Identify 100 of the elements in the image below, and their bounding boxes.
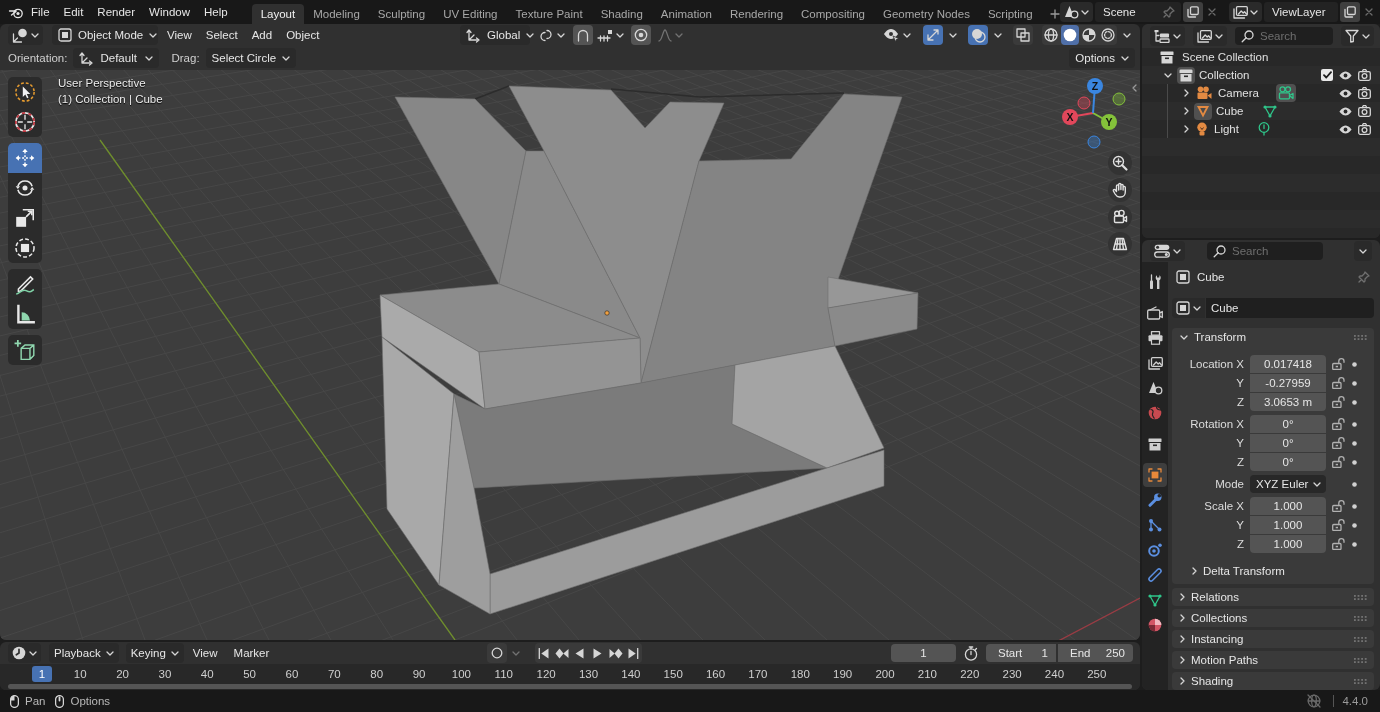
menu-item[interactable]: Marker bbox=[226, 644, 277, 662]
number-field[interactable]: 1.000 bbox=[1250, 516, 1326, 534]
number-field[interactable]: 0° bbox=[1250, 415, 1326, 433]
eye-icon[interactable] bbox=[1339, 124, 1352, 134]
gizmos-toggle[interactable] bbox=[923, 25, 943, 45]
number-field[interactable]: 3.0653 m bbox=[1250, 393, 1326, 411]
snap-toggle[interactable] bbox=[573, 25, 593, 45]
pin-icon[interactable] bbox=[1163, 6, 1175, 18]
panel-header[interactable]: Shading bbox=[1172, 672, 1374, 690]
chevron-left-icon[interactable] bbox=[1132, 84, 1137, 92]
shading-button[interactable] bbox=[1080, 25, 1098, 45]
panel-header[interactable]: Relations bbox=[1172, 588, 1374, 606]
keyframe-dot-icon[interactable] bbox=[1352, 522, 1357, 528]
camera-icon[interactable] bbox=[1358, 69, 1371, 81]
menu-item[interactable]: Help bbox=[197, 3, 235, 21]
dropdown-button[interactable] bbox=[1354, 241, 1372, 261]
workspace-tab[interactable]: Geometry Nodes bbox=[874, 4, 979, 24]
workspace-tab[interactable]: Modeling bbox=[304, 4, 369, 24]
tree-item[interactable]: Camera bbox=[1218, 87, 1259, 99]
camera-icon[interactable] bbox=[1358, 87, 1371, 99]
number-field[interactable]: 0° bbox=[1250, 453, 1326, 471]
panel-header[interactable]: Transform bbox=[1172, 328, 1374, 346]
menu-dropdown[interactable]: Playback bbox=[49, 643, 119, 663]
start-frame-field[interactable]: Start 1 bbox=[986, 644, 1056, 662]
tree-item[interactable]: Scene Collection bbox=[1182, 51, 1269, 63]
keyframe-dot-icon[interactable] bbox=[1352, 459, 1357, 465]
menu-item[interactable]: Edit bbox=[56, 3, 91, 21]
view-layer-name-field[interactable]: ViewLayer bbox=[1264, 2, 1338, 22]
workspace-tab[interactable]: Scripting bbox=[978, 4, 1042, 24]
keyframe-dot-icon[interactable] bbox=[1352, 380, 1357, 386]
workspace-tab[interactable]: Shading bbox=[591, 4, 652, 24]
scrollbar[interactable] bbox=[8, 684, 1132, 689]
add-icon[interactable] bbox=[1049, 9, 1060, 19]
open-padlock-icon[interactable] bbox=[1332, 519, 1346, 531]
axis-button[interactable]: X bbox=[1062, 109, 1078, 125]
3d-model[interactable] bbox=[379, 85, 919, 615]
chevron-right-icon[interactable] bbox=[1184, 89, 1189, 97]
orientation-dropdown[interactable]: Default bbox=[73, 48, 160, 68]
keyframe-dot-icon[interactable] bbox=[1352, 541, 1357, 547]
editor-type-button[interactable] bbox=[1150, 241, 1185, 261]
eye-icon[interactable] bbox=[1339, 106, 1352, 116]
keyframe-dot-icon[interactable] bbox=[1352, 481, 1357, 487]
filter-button[interactable] bbox=[1341, 26, 1374, 46]
open-padlock-icon[interactable] bbox=[1332, 377, 1346, 389]
perspective-grid-icon[interactable] bbox=[1108, 232, 1132, 256]
number-field[interactable]: 1.000 bbox=[1250, 497, 1326, 515]
keyframe-dot-icon[interactable] bbox=[1352, 399, 1357, 405]
proportional-editing-toggle[interactable] bbox=[631, 25, 651, 45]
panel-header[interactable]: Motion Paths bbox=[1172, 651, 1374, 669]
number-field[interactable]: 0.017418 bbox=[1250, 355, 1326, 373]
movie-camera-icon[interactable] bbox=[1275, 84, 1296, 102]
workspace-tab[interactable]: Layout bbox=[251, 4, 305, 24]
menu-item[interactable]: File bbox=[24, 3, 57, 21]
view-layer-browse-button[interactable] bbox=[1229, 2, 1262, 22]
close-icon[interactable] bbox=[1365, 8, 1373, 16]
properties-tab[interactable] bbox=[1143, 463, 1167, 487]
number-field[interactable]: 1.000 bbox=[1250, 535, 1326, 553]
editor-type-button[interactable] bbox=[8, 643, 41, 663]
mode-dropdown[interactable]: Object Mode bbox=[52, 25, 158, 45]
menu-item[interactable]: Window bbox=[142, 3, 197, 21]
options-dropdown[interactable]: Options bbox=[1069, 48, 1135, 68]
menu-item[interactable]: Select bbox=[198, 26, 245, 44]
zoom-icon[interactable] bbox=[1108, 151, 1132, 175]
tree-item[interactable]: Collection bbox=[1199, 69, 1250, 81]
workspace-tab[interactable]: UV Editing bbox=[434, 4, 507, 24]
subpanel-header[interactable]: Delta Transform bbox=[1172, 561, 1374, 581]
tree-item[interactable]: Cube bbox=[1216, 105, 1244, 117]
auto-keying-toggle[interactable] bbox=[487, 643, 507, 663]
xray-toggle[interactable] bbox=[1013, 25, 1033, 45]
eye-icon[interactable] bbox=[1339, 70, 1352, 80]
chevron-down-icon[interactable] bbox=[1164, 72, 1172, 78]
keyframe-dot-icon[interactable] bbox=[1352, 503, 1357, 509]
shading-button[interactable] bbox=[1042, 25, 1060, 45]
camera-icon[interactable] bbox=[1358, 123, 1371, 135]
open-padlock-icon[interactable] bbox=[1332, 538, 1346, 550]
open-padlock-icon[interactable] bbox=[1332, 456, 1346, 468]
menu-item[interactable]: View bbox=[185, 644, 225, 662]
mode-dropdown[interactable]: XYZ Euler bbox=[1250, 475, 1326, 493]
workspace-tab[interactable]: Texture Paint bbox=[506, 4, 592, 24]
scene-browse-button[interactable] bbox=[1060, 2, 1093, 22]
playhead[interactable]: 1 bbox=[32, 666, 52, 682]
axis-button[interactable]: Y bbox=[1101, 114, 1117, 130]
axis-dot-icon[interactable] bbox=[1077, 96, 1091, 110]
axis-button[interactable]: Z bbox=[1087, 78, 1103, 94]
open-padlock-icon[interactable] bbox=[1332, 396, 1346, 408]
scene-name-field[interactable]: Scene bbox=[1095, 2, 1181, 22]
tree-item[interactable]: Light bbox=[1214, 123, 1239, 135]
workspace-tab[interactable]: Sculpting bbox=[368, 4, 435, 24]
object-browse-button[interactable] bbox=[1172, 298, 1205, 318]
editor-type-button[interactable] bbox=[8, 25, 43, 45]
navigation-gizmo[interactable]: X Y Z bbox=[1058, 72, 1134, 154]
open-padlock-icon[interactable] bbox=[1332, 418, 1346, 430]
workspace-tab[interactable]: Compositing bbox=[792, 4, 874, 24]
menu-item[interactable]: View bbox=[160, 26, 199, 44]
shading-button[interactable] bbox=[1061, 25, 1079, 45]
axis-dot-icon[interactable] bbox=[1087, 135, 1101, 149]
number-field[interactable]: -0.27959 bbox=[1250, 374, 1326, 392]
drag-dropdown[interactable]: Select Circle bbox=[205, 48, 297, 68]
panel-header[interactable]: Collections bbox=[1172, 609, 1374, 627]
panel-header[interactable]: Instancing bbox=[1172, 630, 1374, 648]
